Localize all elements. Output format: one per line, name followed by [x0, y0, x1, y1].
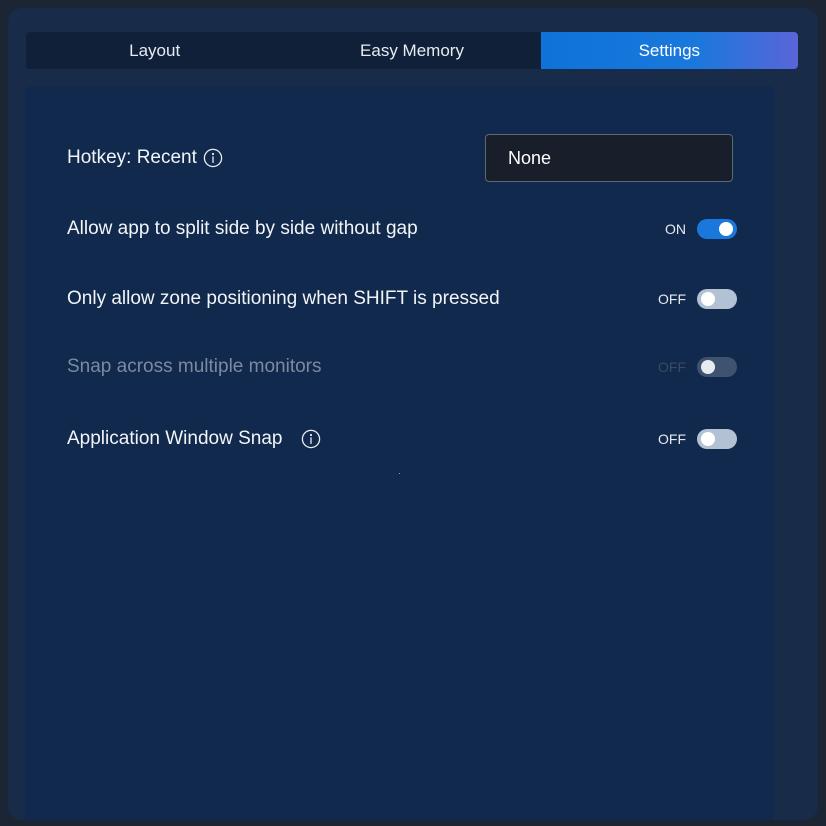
toggle-state-label: ON: [665, 221, 686, 237]
window-snap-toggle-group: OFF: [658, 429, 737, 449]
hotkey-input[interactable]: None: [485, 134, 733, 182]
toggle-state-label: OFF: [658, 291, 686, 307]
info-icon[interactable]: [203, 148, 223, 168]
snap-monitors-toggle: [697, 357, 737, 377]
split-without-gap-label: Allow app to split side by side without …: [67, 218, 418, 239]
toggle-state-label: OFF: [658, 359, 686, 375]
window-snap-label: Application Window Snap: [67, 428, 283, 449]
toggle-knob: [701, 360, 715, 374]
snap-monitors-label: Snap across multiple monitors: [67, 356, 322, 377]
shift-positioning-toggle-group: OFF: [658, 289, 737, 309]
tab-bar: Layout Easy Memory Settings: [26, 32, 798, 69]
info-icon[interactable]: [301, 429, 321, 449]
shift-positioning-label: Only allow zone positioning when SHIFT i…: [67, 288, 500, 309]
toggle-knob: [701, 292, 715, 306]
app-window: Layout Easy Memory Settings Hotkey: Rece…: [8, 8, 818, 820]
toggle-knob: [719, 222, 733, 236]
snap-monitors-toggle-group: OFF: [658, 357, 737, 377]
split-without-gap-toggle-group: ON: [665, 219, 737, 239]
settings-panel: Hotkey: Recent None Allow app to split s…: [25, 86, 774, 820]
window-snap-toggle[interactable]: [697, 429, 737, 449]
split-without-gap-row: Allow app to split side by side without …: [67, 216, 737, 242]
shift-positioning-toggle[interactable]: [697, 289, 737, 309]
tab-layout[interactable]: Layout: [26, 32, 283, 69]
tab-settings[interactable]: Settings: [540, 32, 798, 69]
shift-positioning-row: Only allow zone positioning when SHIFT i…: [67, 286, 737, 312]
split-without-gap-toggle[interactable]: [697, 219, 737, 239]
toggle-state-label: OFF: [658, 431, 686, 447]
window-snap-row: Application Window Snap OFF: [67, 426, 737, 452]
hotkey-label: Hotkey: Recent: [67, 147, 197, 168]
artifact-dot: [399, 473, 400, 474]
toggle-knob: [701, 432, 715, 446]
snap-monitors-row: Snap across multiple monitors OFF: [67, 354, 737, 380]
tab-easy-memory[interactable]: Easy Memory: [283, 32, 540, 69]
